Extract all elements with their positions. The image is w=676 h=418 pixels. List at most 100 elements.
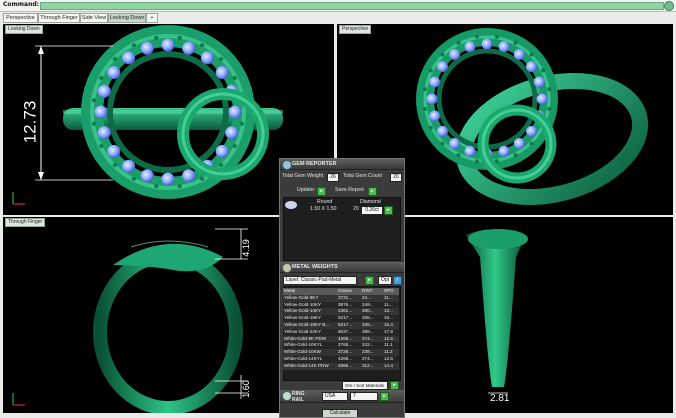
- table-row[interactable]: Yellow-Gold-18KY B... 5217... 335... 15.4: [283, 321, 399, 329]
- table-row[interactable]: White-Gold-10KYL 3766... 242... 11.1: [283, 342, 399, 350]
- gem-stone: [481, 38, 493, 50]
- gem-reporter-icon: [282, 160, 292, 170]
- viewport-side-view[interactable]: 2.81: [404, 217, 673, 413]
- gem-stone: [498, 145, 510, 157]
- sort-materials-dropdown[interactable]: Ore / Sort Materials: [342, 381, 388, 390]
- metal-list-dropdown[interactable]: Lavel: Classic-Pad-Metal: [283, 276, 357, 285]
- prong: [428, 125, 433, 130]
- ring-side-view-render: [466, 229, 528, 394]
- update-button[interactable]: ▸: [317, 187, 326, 196]
- prong: [219, 163, 224, 168]
- gem-stone: [536, 93, 548, 105]
- prong: [494, 159, 499, 164]
- metal-weights-header[interactable]: METAL WEIGHTS: [280, 262, 404, 273]
- prong: [112, 56, 117, 61]
- prong: [91, 98, 96, 103]
- gem-stone: [513, 137, 525, 149]
- command-expand-icon[interactable]: [664, 1, 674, 11]
- metal-col-header[interactable]: Metal: [283, 288, 337, 295]
- prong: [456, 40, 461, 45]
- gem-stone: [449, 49, 461, 61]
- table-row[interactable]: White-Gold-14KYL 4269... 274... 12.6: [283, 355, 399, 363]
- table-row[interactable]: Yellow-Gold-22KY 6037... 388... 17.8: [283, 328, 399, 336]
- metal-weights-title: METAL WEIGHTS: [292, 264, 338, 270]
- gem-stone: [97, 84, 111, 98]
- prong: [475, 159, 480, 164]
- prong: [240, 121, 245, 126]
- gem-row-select-button[interactable]: ▸: [384, 206, 393, 215]
- metal-col-header[interactable]: DWT: [361, 288, 383, 295]
- gem-stone: [525, 125, 537, 137]
- sort-materials-button[interactable]: ▸: [390, 381, 399, 390]
- tool-panel: GEM REPORTER Total Gem Weight 26 Total G…: [279, 158, 405, 418]
- tab-looking-down[interactable]: Looking Down: [108, 13, 146, 23]
- viewport-through-finger[interactable]: Through Finger 4.19 1.60: [3, 217, 279, 413]
- prong: [131, 43, 136, 48]
- table-row[interactable]: Yellow-Gold-9KY 3731... 24... 11...: [283, 294, 399, 302]
- ring-rail-apply-button[interactable]: ▸: [380, 392, 389, 401]
- gem-stone: [215, 66, 229, 80]
- shank-thickness-dimension-label: 1.60: [240, 380, 251, 398]
- gem-stone: [464, 145, 476, 157]
- gem-stone: [533, 76, 545, 88]
- tab-perspective[interactable]: Perspective: [3, 13, 38, 23]
- total-gem-count-label: Total Gem Count: [343, 173, 382, 179]
- table-row[interactable]: White-Gold-9K PDW 4269... 274... 12.6: [283, 335, 399, 343]
- command-input[interactable]: [40, 2, 664, 10]
- metal-refresh-button[interactable]: ▸: [365, 276, 374, 285]
- gem-stone: [94, 105, 108, 119]
- ring-rail-icon: [282, 391, 292, 401]
- ring-size-select[interactable]: 7: [350, 392, 378, 401]
- prong: [513, 40, 518, 45]
- tab-side-view[interactable]: Side View: [80, 13, 108, 23]
- gem-stone: [215, 144, 229, 158]
- command-label: Command:: [3, 1, 40, 8]
- gem-stone: [107, 144, 121, 158]
- gem-reporter-header[interactable]: GEM REPORTER: [280, 159, 404, 170]
- total-gem-count-field[interactable]: 20: [390, 173, 402, 182]
- gem-stone: [437, 61, 449, 73]
- metal-info-button[interactable]: i: [393, 276, 402, 285]
- prong: [131, 176, 136, 181]
- prong: [99, 144, 104, 149]
- tab-add[interactable]: +: [146, 13, 158, 23]
- viewport-label-looking-down[interactable]: Looking Down: [5, 25, 43, 34]
- metal-col-header[interactable]: Grams: [337, 288, 361, 295]
- gem-stone: [437, 125, 449, 137]
- gem-stone: [182, 169, 196, 183]
- viewport-label-through-finger[interactable]: Through Finger: [5, 218, 46, 227]
- gem-stone: [161, 38, 175, 52]
- prong: [232, 144, 237, 149]
- metal-col-header[interactable]: SPG: [383, 288, 399, 295]
- prong: [219, 56, 224, 61]
- calculate-button[interactable]: Calculate: [322, 409, 358, 417]
- prong: [422, 87, 427, 92]
- prong: [547, 87, 552, 92]
- gem-stone: [97, 126, 111, 140]
- ring-size-region-select[interactable]: USA: [322, 392, 348, 401]
- gem-stone: [426, 93, 438, 105]
- prong: [177, 184, 182, 189]
- table-row[interactable]: Yellow-Gold-18KY 5217... 335... 15...: [283, 315, 399, 322]
- table-row[interactable]: Yellow-Gold-14KY 4361... 280... 13...: [283, 308, 399, 316]
- prong: [428, 68, 433, 73]
- metal-weights-table: Metal Grams DWT SPG Yellow-Gold-9KY 3731.…: [283, 288, 399, 370]
- ring-rail-title: RING RAIL: [292, 391, 305, 403]
- metal-options-button[interactable]: Opt: [378, 276, 392, 285]
- viewport-label-perspective[interactable]: Perspective: [339, 25, 372, 34]
- gem-stone: [161, 172, 175, 186]
- table-row[interactable]: White-Gold-14K PDW 4865... 312... 14.4: [283, 362, 399, 370]
- viewport-tabs: Perspective Through Finger Side View Loo…: [0, 13, 676, 23]
- gem-column-diamond: Diamond: [360, 199, 381, 205]
- table-row[interactable]: Yellow-Gold-10KY 3876... 249... 11...: [283, 301, 399, 309]
- tab-through-finger[interactable]: Through Finger: [38, 13, 80, 23]
- save-report-button[interactable]: ▸: [368, 187, 377, 196]
- prong: [475, 34, 480, 39]
- gem-stone: [122, 51, 136, 65]
- prong: [440, 52, 445, 57]
- gem-stone: [498, 41, 510, 53]
- total-gem-weight-field[interactable]: 26: [327, 173, 339, 182]
- gem-stone: [107, 66, 121, 80]
- gem-stone: [140, 41, 154, 55]
- table-row[interactable]: White-Gold-10KW 3726... 239... 11.2: [283, 349, 399, 356]
